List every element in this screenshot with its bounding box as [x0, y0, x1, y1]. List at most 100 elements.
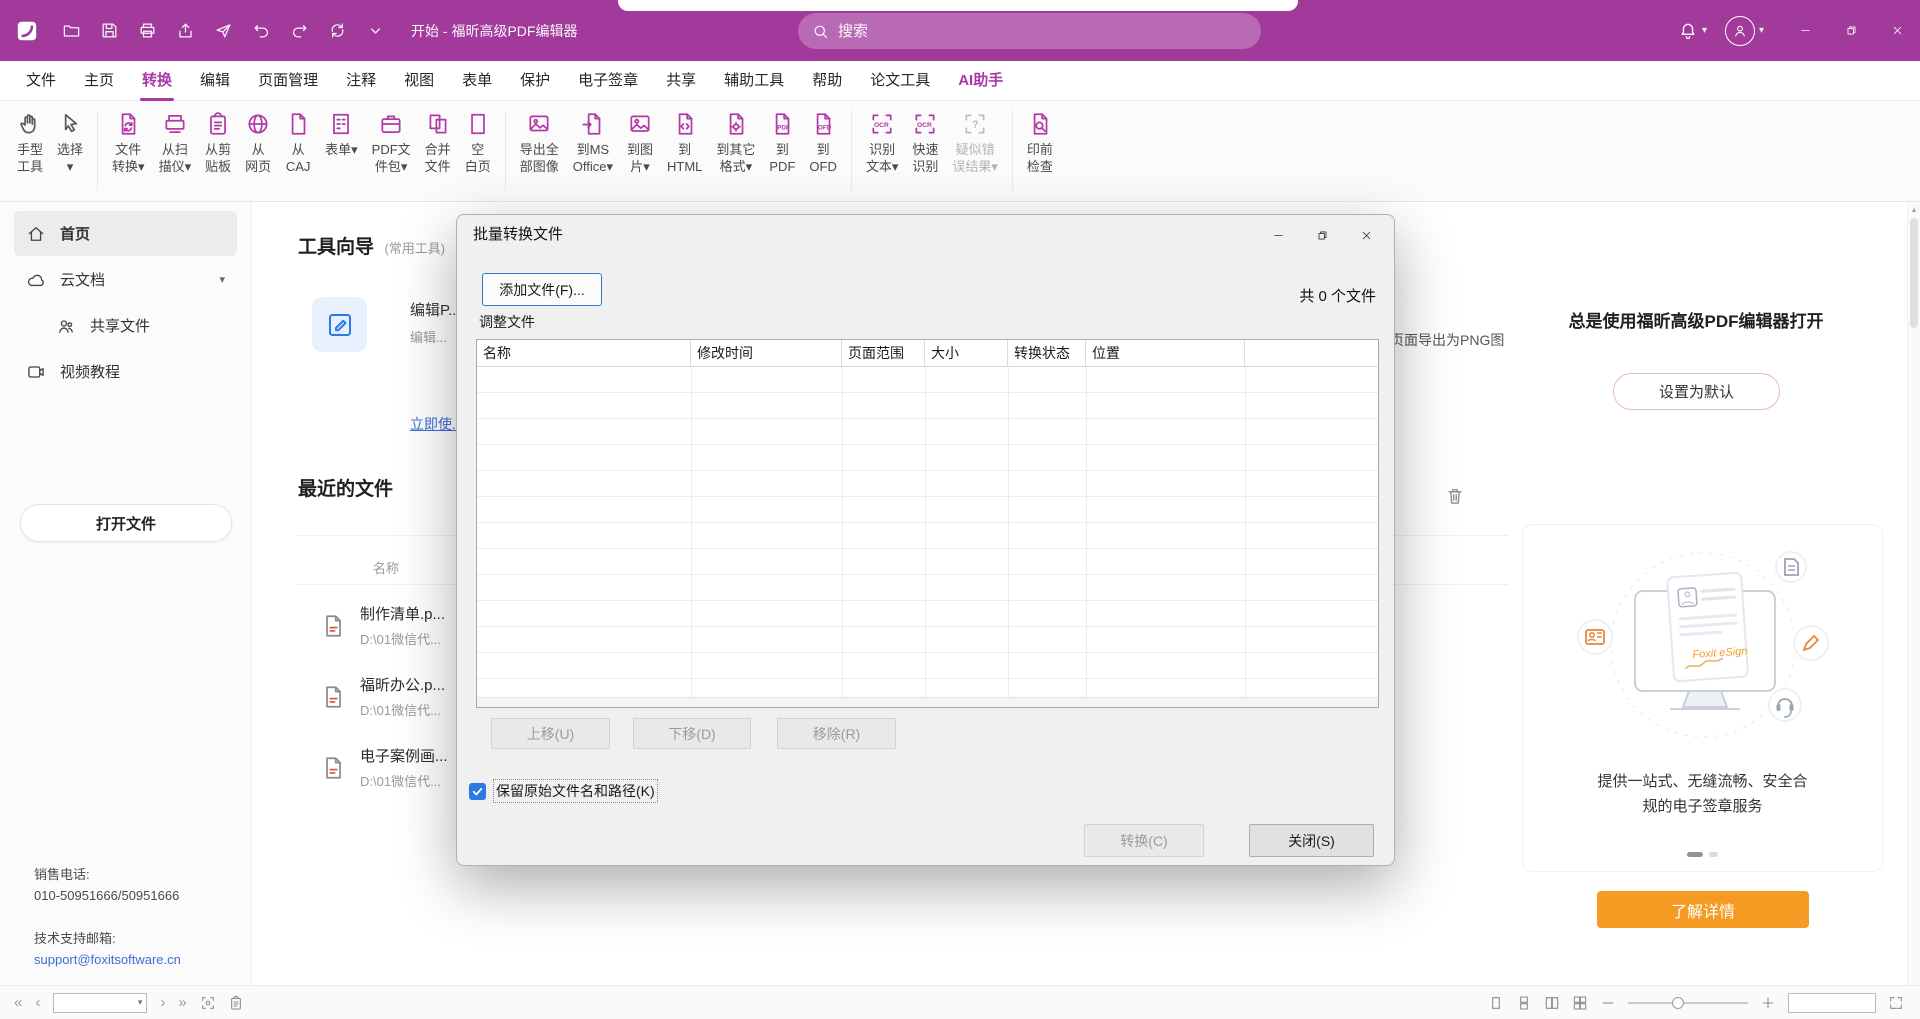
menu-tab[interactable]: 论文工具 — [856, 61, 944, 101]
menu-tab[interactable]: 帮助 — [798, 61, 856, 101]
dialog-minimize-button[interactable] — [1256, 215, 1300, 255]
ribbon-button[interactable]: 空 白页 — [458, 108, 498, 175]
menu-tab[interactable]: 文件 — [12, 61, 70, 101]
sidebar-item[interactable]: 首页 — [14, 211, 237, 256]
menu-tab[interactable]: 辅助工具 — [710, 61, 798, 101]
menu-tab[interactable]: 编辑 — [186, 61, 244, 101]
ribbon-button[interactable]: 到MS Office▾ — [566, 108, 620, 175]
search-bar[interactable] — [798, 13, 1261, 49]
folder-open-icon[interactable] — [62, 21, 81, 40]
prev-page-button[interactable]: ‹ — [35, 995, 40, 1010]
ribbon-button[interactable]: 从 CAJ — [278, 108, 318, 175]
column-header[interactable]: 修改时间 — [691, 340, 842, 366]
sidebar-item[interactable]: 视频教程 — [14, 349, 237, 394]
dialog-titlebar[interactable]: 批量转换文件 — [457, 215, 1394, 255]
ribbon-button[interactable]: ? 疑似错 误结果▾ — [945, 108, 1005, 175]
layout-facing-continuous-icon[interactable] — [1572, 995, 1588, 1011]
ribbon-button[interactable]: OCR 识别 文本▾ — [859, 108, 906, 175]
scroll-up-icon[interactable]: ▴ — [1908, 202, 1920, 214]
sidebar-item[interactable]: 云文档 ▾ — [14, 257, 237, 302]
ribbon-button[interactable]: 选择 ▾ — [50, 108, 90, 175]
menu-tab[interactable]: 主页 — [70, 61, 128, 101]
column-header[interactable]: 页面范围 — [842, 340, 925, 366]
menu-tab[interactable]: 共享 — [652, 61, 710, 101]
ribbon-button[interactable]: 到其它 格式▾ — [709, 108, 762, 175]
ribbon-button[interactable]: 到 HTML — [660, 108, 709, 175]
carousel-dot[interactable] — [1709, 852, 1718, 857]
redo-icon[interactable] — [290, 21, 309, 40]
search-input[interactable] — [838, 23, 1247, 40]
open-file-button[interactable]: 打开文件 — [20, 504, 232, 542]
save-icon[interactable] — [100, 21, 119, 40]
column-header[interactable]: 大小 — [925, 340, 1008, 366]
send-icon[interactable] — [214, 21, 233, 40]
vertical-scrollbar[interactable]: ▴ — [1907, 202, 1920, 985]
carousel-dots[interactable] — [1523, 852, 1882, 857]
ribbon-button[interactable]: 表单▾ — [318, 108, 365, 175]
next-page-button[interactable]: › — [160, 995, 165, 1010]
ribbon-button[interactable]: 到图 片▾ — [620, 108, 660, 175]
carousel-dot-active[interactable] — [1687, 852, 1703, 857]
remove-button[interactable]: 移除(R) — [777, 718, 896, 749]
ribbon-button[interactable]: 文件 转换▾ — [105, 108, 152, 175]
ribbon-button[interactable]: 从 网页 — [238, 108, 278, 175]
edit-pdf-card[interactable] — [312, 297, 367, 352]
menu-tab[interactable]: 注释 — [332, 61, 390, 101]
horizontal-scrollbar[interactable] — [477, 697, 1378, 707]
ribbon-button[interactable]: 印前 检查 — [1020, 108, 1060, 175]
scrollbar-thumb[interactable] — [1910, 218, 1918, 328]
convert-button[interactable]: 转换(C) — [1084, 824, 1204, 857]
restore-button[interactable] — [1828, 0, 1874, 61]
notifications-button[interactable]: ▾ — [1678, 21, 1707, 41]
dialog-maximize-button[interactable] — [1300, 215, 1344, 255]
print-icon[interactable] — [138, 21, 157, 40]
minimize-button[interactable] — [1782, 0, 1828, 61]
last-page-button[interactable]: » — [178, 995, 186, 1010]
keep-names-option[interactable]: 保留原始文件名和路径(K) — [469, 780, 657, 802]
dialog-close-button[interactable] — [1344, 215, 1388, 255]
add-files-button[interactable]: 添加文件(F)... — [482, 273, 602, 306]
menu-tab[interactable]: AI助手 — [944, 61, 1017, 101]
zoom-value-input[interactable] — [1789, 994, 1875, 1012]
menu-tab[interactable]: 电子签章 — [564, 61, 652, 101]
column-header[interactable]: 转换状态 — [1008, 340, 1086, 366]
set-default-button[interactable]: 设置为默认 — [1613, 373, 1780, 410]
support-email-link[interactable]: support@foxitsoftware.cn — [34, 949, 181, 970]
chevron-down-icon[interactable] — [366, 21, 385, 40]
close-dialog-button[interactable]: 关闭(S) — [1249, 824, 1374, 857]
first-page-button[interactable]: « — [14, 995, 22, 1010]
learn-more-button[interactable]: 了解详情 — [1597, 891, 1809, 928]
clipboard-icon[interactable] — [228, 995, 244, 1011]
zoom-out-button[interactable] — [1600, 995, 1616, 1011]
zoom-slider-knob[interactable] — [1672, 997, 1684, 1009]
export-up-icon[interactable] — [176, 21, 195, 40]
chevron-down-icon[interactable]: ▾ — [219, 273, 225, 286]
menu-tab[interactable]: 页面管理 — [244, 61, 332, 101]
snapshot-icon[interactable] — [200, 995, 216, 1011]
ribbon-button[interactable]: OFD 到 OFD — [802, 108, 843, 175]
ribbon-button[interactable]: PDF 到 PDF — [762, 108, 802, 175]
column-header[interactable]: 位置 — [1086, 340, 1245, 366]
layout-continuous-icon[interactable] — [1516, 995, 1532, 1011]
trash-icon[interactable] — [1445, 486, 1465, 506]
sidebar-item[interactable]: 共享文件 — [44, 303, 237, 348]
account-button[interactable]: ▾ — [1725, 16, 1764, 46]
undo-icon[interactable] — [252, 21, 271, 40]
ribbon-button[interactable]: PDF文 件包▾ — [365, 108, 418, 175]
sync-icon[interactable] — [328, 21, 347, 40]
layout-single-icon[interactable] — [1488, 995, 1504, 1011]
ribbon-button[interactable]: 合并 文件 — [418, 108, 458, 175]
zoom-in-button[interactable] — [1760, 995, 1776, 1011]
layout-facing-icon[interactable] — [1544, 995, 1560, 1011]
close-button[interactable] — [1874, 0, 1920, 61]
menu-tab[interactable]: 转换 — [128, 61, 186, 101]
ribbon-button[interactable]: OCR 快速 识别 — [905, 108, 945, 175]
ribbon-button[interactable]: 从剪 贴板 — [198, 108, 238, 175]
keep-names-checkbox[interactable] — [469, 783, 486, 800]
page-number-input[interactable] — [54, 996, 137, 1010]
ribbon-button[interactable]: 手型 工具 — [10, 108, 50, 175]
menu-tab[interactable]: 视图 — [390, 61, 448, 101]
menu-tab[interactable]: 表单 — [448, 61, 506, 101]
move-up-button[interactable]: 上移(U) — [491, 718, 610, 749]
menu-tab[interactable]: 保护 — [506, 61, 564, 101]
